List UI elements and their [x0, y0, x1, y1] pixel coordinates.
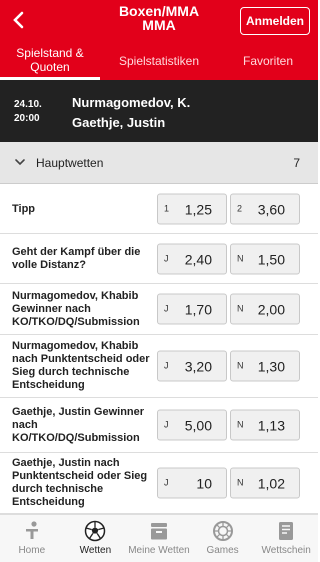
bet-row: Gaethje, Justin nach Punktentscheid oder… [0, 453, 318, 514]
odds-value: 1,70 [184, 301, 212, 318]
page-title: Boxen/MMA MMA [80, 4, 238, 32]
app-header: Boxen/MMA MMA Anmelden Spielstand & Quot… [0, 0, 318, 80]
bet-label: Geht der Kampf über die volle Distanz? [12, 246, 141, 271]
odds-button[interactable]: J 3,20 [157, 350, 227, 382]
team-name: Nurmagomedov, K. [72, 95, 191, 110]
nav-games[interactable]: Games [191, 515, 255, 562]
event-teams: Nurmagomedov, K. Gaethje, Justin [72, 93, 190, 133]
bet-label: Nurmagomedov, Khabib Gewinner nach KO/TK… [12, 290, 140, 328]
title-line-2: MMA [142, 17, 176, 33]
odds-value: 2,00 [257, 301, 285, 318]
login-button[interactable]: Anmelden [240, 7, 310, 35]
odds-button[interactable]: N 1,50 [230, 243, 300, 274]
market-count: 7 [293, 156, 300, 170]
odds-button[interactable]: N 1,30 [230, 350, 300, 382]
nav-label: Home [18, 545, 46, 556]
odds-value: 3,20 [184, 358, 212, 375]
odds-value: 3,60 [257, 201, 285, 217]
market-group-title: Hauptwetten [36, 156, 104, 170]
bet-list: Tipp 1 1,25 2 3,60 Geht der Kampf über d… [0, 184, 318, 514]
bottom-navigation: Home Wetten Meine Wetten Games Wettschei… [0, 514, 318, 562]
games-icon [212, 520, 234, 542]
odds-key: J [164, 253, 169, 263]
team-name: Gaethje, Justin [72, 115, 166, 130]
bet-label: Nurmagomedov, Khabib nach Punktentscheid… [12, 340, 150, 391]
odds-button[interactable]: J 2,40 [157, 243, 227, 274]
odds-button[interactable]: J 5,00 [157, 409, 227, 441]
odds-value: 1,50 [257, 251, 285, 267]
chevron-left-icon [13, 11, 24, 29]
odds-key: 2 [237, 203, 243, 213]
nav-label: Wettschein [261, 545, 311, 556]
odds-key: N [237, 419, 244, 430]
nav-home[interactable]: Home [0, 515, 64, 562]
bet-row: Gaethje, Justin Gewinner nach KO/TKO/DQ/… [0, 398, 318, 453]
bet-label: Tipp [12, 203, 36, 215]
odds-value: 1,25 [184, 201, 212, 217]
odds-key: N [237, 477, 244, 488]
odds-value: 10 [196, 475, 212, 492]
bet-row: Nurmagomedov, Khabib nach Punktentscheid… [0, 335, 318, 398]
odds-key: N [237, 303, 244, 314]
nav-label: Meine Wetten [128, 545, 190, 556]
home-icon [21, 520, 43, 542]
odds-key: N [237, 360, 244, 371]
odds-key: J [164, 360, 169, 371]
event-datetime: 24.10. 20:00 [14, 98, 42, 126]
odds-button[interactable]: 2 3,60 [230, 193, 300, 224]
title-line-1: Boxen/MMA [118, 3, 200, 19]
market-group-header[interactable]: Hauptwetten 7 [0, 142, 318, 184]
odds-button[interactable]: N 2,00 [230, 293, 300, 325]
nav-meine-wetten[interactable]: Meine Wetten [127, 515, 191, 562]
tab-label: Spielstand & [16, 46, 84, 60]
odds-key: 1 [164, 203, 170, 213]
bet-row: Tipp 1 1,25 2 3,60 [0, 184, 318, 234]
tab-label: Spielstatistiken [118, 54, 200, 68]
odds-value: 2,40 [184, 251, 212, 267]
odds-key: J [164, 477, 169, 488]
odds-key: J [164, 303, 169, 314]
odds-button[interactable]: J 1,70 [157, 293, 227, 325]
odds-button[interactable]: N 1,13 [230, 409, 300, 441]
nav-label: Games [206, 545, 239, 556]
football-icon [84, 520, 106, 542]
event-time: 20:00 [14, 113, 40, 124]
chevron-down-icon [15, 159, 25, 166]
odds-value: 1,02 [257, 475, 285, 492]
tab-bar: Spielstand & Quoten Spielstatistiken Fav… [0, 42, 318, 80]
tab-favorites[interactable]: Favoriten [218, 42, 318, 80]
odds-key: J [164, 419, 169, 430]
bet-label: Gaethje, Justin Gewinner nach KO/TKO/DQ/… [12, 406, 145, 444]
odds-value: 1,13 [257, 417, 285, 434]
odds-button[interactable]: N 1,02 [230, 467, 300, 499]
bet-row: Nurmagomedov, Khabib Gewinner nach KO/TK… [0, 284, 318, 335]
odds-key: N [237, 253, 244, 263]
odds-value: 5,00 [184, 417, 212, 434]
betslip-icon [275, 520, 297, 542]
nav-wettschein[interactable]: Wettschein [254, 515, 318, 562]
bet-label: Gaethje, Justin nach Punktentscheid oder… [12, 457, 148, 508]
tab-label: Quoten [30, 60, 70, 74]
nav-label: Wetten [79, 545, 112, 556]
bets-icon [148, 520, 170, 542]
bet-row: Geht der Kampf über die volle Distanz? J… [0, 234, 318, 284]
tab-label: Favoriten [242, 54, 294, 68]
tab-score-odds[interactable]: Spielstand & Quoten [0, 42, 100, 80]
odds-button[interactable]: J 10 [157, 467, 227, 499]
event-header[interactable]: 24.10. 20:00 Nurmagomedov, K. Gaethje, J… [0, 80, 318, 142]
tab-statistics[interactable]: Spielstatistiken [100, 42, 218, 80]
nav-wetten[interactable]: Wetten [64, 515, 128, 562]
back-button[interactable] [8, 6, 28, 34]
odds-button[interactable]: 1 1,25 [157, 193, 227, 224]
event-date: 24.10. [14, 99, 42, 110]
odds-value: 1,30 [257, 358, 285, 375]
